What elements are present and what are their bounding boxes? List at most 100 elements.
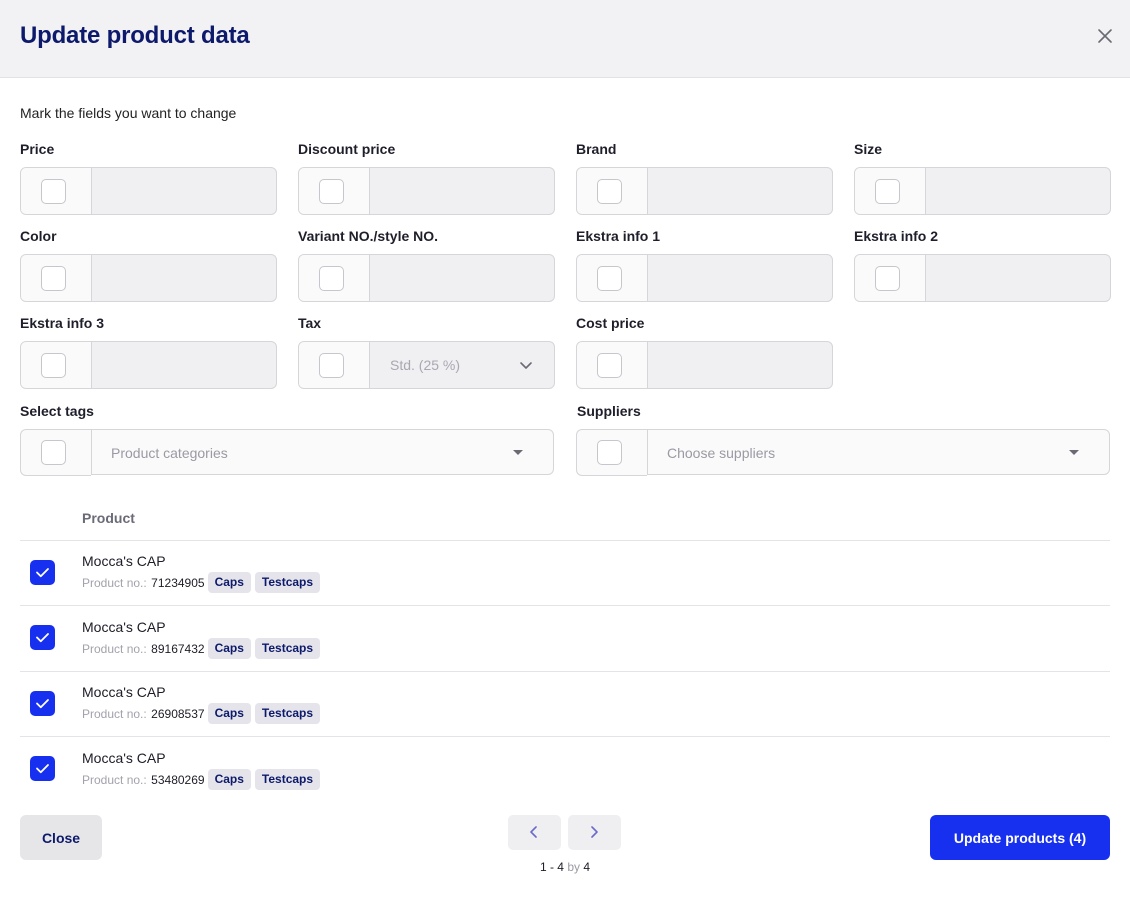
size-input[interactable] xyxy=(926,168,1110,214)
color-checkbox[interactable] xyxy=(41,266,66,291)
product-no: 26908537 xyxy=(151,706,205,721)
discount-price-field xyxy=(298,167,555,215)
tags-field: Product categories xyxy=(20,429,554,476)
size-label: Size xyxy=(854,141,883,157)
brand-label: Brand xyxy=(576,141,617,157)
checkmark-icon xyxy=(36,699,49,709)
row-checkbox[interactable] xyxy=(30,756,55,781)
checkmark-icon xyxy=(36,568,49,578)
tag-chip: Testcaps xyxy=(254,769,321,790)
cost-price-checkbox[interactable] xyxy=(597,353,622,378)
tax-label: Tax xyxy=(298,315,322,331)
tag-chip: Testcaps xyxy=(254,572,321,593)
product-column-header: Product xyxy=(82,510,135,526)
size-field xyxy=(854,167,1111,215)
product-no-label: Product no.: xyxy=(82,706,147,721)
instructions-text: Mark the fields you want to change xyxy=(20,105,237,121)
brand-field xyxy=(576,167,833,215)
tag-chip: Testcaps xyxy=(254,638,321,659)
product-no: 89167432 xyxy=(151,641,205,656)
caret-down-icon xyxy=(1069,450,1079,455)
pagination-range: 1 - 4 xyxy=(539,860,564,874)
chevron-down-icon xyxy=(520,362,532,369)
dialog-header: Update product data xyxy=(0,0,1130,78)
price-field xyxy=(20,167,277,215)
discount-price-input[interactable] xyxy=(370,168,554,214)
row-checkbox[interactable] xyxy=(30,691,55,716)
cost-price-field xyxy=(576,341,833,389)
variant-no-field xyxy=(298,254,555,302)
price-input[interactable] xyxy=(92,168,276,214)
product-no: 53480269 xyxy=(151,772,205,787)
product-no-label: Product no.: xyxy=(82,772,147,787)
close-button[interactable]: Close xyxy=(20,815,102,860)
tags-dropdown[interactable]: Product categories xyxy=(91,429,554,475)
ekstra-info-1-checkbox[interactable] xyxy=(597,266,622,291)
tag-chip: Caps xyxy=(207,638,251,659)
cost-price-input[interactable] xyxy=(648,342,832,388)
discount-price-label: Discount price xyxy=(298,141,396,157)
product-name: Mocca's CAP xyxy=(82,619,166,635)
row-checkbox[interactable] xyxy=(30,625,55,650)
ekstra-info-2-checkbox[interactable] xyxy=(875,266,900,291)
discount-price-checkbox[interactable] xyxy=(319,179,344,204)
row-checkbox[interactable] xyxy=(30,560,55,585)
product-name: Mocca's CAP xyxy=(82,750,166,766)
variant-no-checkbox[interactable] xyxy=(319,266,344,291)
checkmark-icon xyxy=(36,764,49,774)
ekstra-info-2-field xyxy=(854,254,1111,302)
tax-checkbox[interactable] xyxy=(319,353,344,378)
checkmark-icon xyxy=(36,633,49,643)
suppliers-label: Suppliers xyxy=(577,403,641,419)
tag-chip: Caps xyxy=(207,703,251,724)
ekstra-info-2-label: Ekstra info 2 xyxy=(854,228,939,244)
product-no: 71234905 xyxy=(151,575,205,590)
pagination-by: by xyxy=(567,860,580,874)
table-row: Mocca's CAP Product no.: 89167432 Caps T… xyxy=(0,606,1130,671)
chevron-right-icon xyxy=(591,826,598,838)
variant-no-label: Variant NO./style NO. xyxy=(298,228,439,244)
brand-checkbox[interactable] xyxy=(597,179,622,204)
tax-select[interactable]: Std. (25 %) xyxy=(370,342,554,388)
tags-checkbox[interactable] xyxy=(41,440,66,465)
caret-down-icon xyxy=(513,450,523,455)
suppliers-field: Choose suppliers xyxy=(576,429,1110,476)
previous-page-button[interactable] xyxy=(508,815,561,850)
suppliers-checkbox[interactable] xyxy=(597,440,622,465)
ekstra-info-3-checkbox[interactable] xyxy=(41,353,66,378)
product-meta: Product no.: 26908537 Caps Testcaps xyxy=(82,703,324,724)
chevron-left-icon xyxy=(530,826,537,838)
price-checkbox[interactable] xyxy=(41,179,66,204)
pagination-summary: 1 - 4 by 4 xyxy=(500,860,630,874)
product-meta: Product no.: 89167432 Caps Testcaps xyxy=(82,638,324,659)
product-name: Mocca's CAP xyxy=(82,553,166,569)
tax-selected-value: Std. (25 %) xyxy=(390,357,461,373)
cost-price-label: Cost price xyxy=(576,315,645,331)
size-checkbox[interactable] xyxy=(875,179,900,204)
next-page-button[interactable] xyxy=(568,815,621,850)
suppliers-placeholder: Choose suppliers xyxy=(667,445,776,461)
ekstra-info-2-input[interactable] xyxy=(926,255,1110,301)
tag-chip: Caps xyxy=(207,769,251,790)
pagination-total: 4 xyxy=(583,860,591,874)
suppliers-dropdown[interactable]: Choose suppliers xyxy=(647,429,1110,475)
price-label: Price xyxy=(20,141,55,157)
close-icon[interactable] xyxy=(1096,27,1114,45)
product-name: Mocca's CAP xyxy=(82,684,166,700)
variant-no-input[interactable] xyxy=(370,255,554,301)
ekstra-info-1-input[interactable] xyxy=(648,255,832,301)
color-field xyxy=(20,254,277,302)
tax-field: Std. (25 %) xyxy=(298,341,555,389)
tags-placeholder: Product categories xyxy=(111,445,228,461)
table-row: Mocca's CAP Product no.: 26908537 Caps T… xyxy=(0,672,1130,737)
update-products-button[interactable]: Update products (4) xyxy=(930,815,1110,860)
tag-chip: Testcaps xyxy=(254,703,321,724)
product-meta: Product no.: 53480269 Caps Testcaps xyxy=(82,769,324,790)
product-no-label: Product no.: xyxy=(82,575,147,590)
color-input[interactable] xyxy=(92,255,276,301)
ekstra-info-1-label: Ekstra info 1 xyxy=(576,228,661,244)
product-no-label: Product no.: xyxy=(82,641,147,656)
dialog-title: Update product data xyxy=(20,22,250,49)
brand-input[interactable] xyxy=(648,168,832,214)
ekstra-info-3-input[interactable] xyxy=(92,342,276,388)
